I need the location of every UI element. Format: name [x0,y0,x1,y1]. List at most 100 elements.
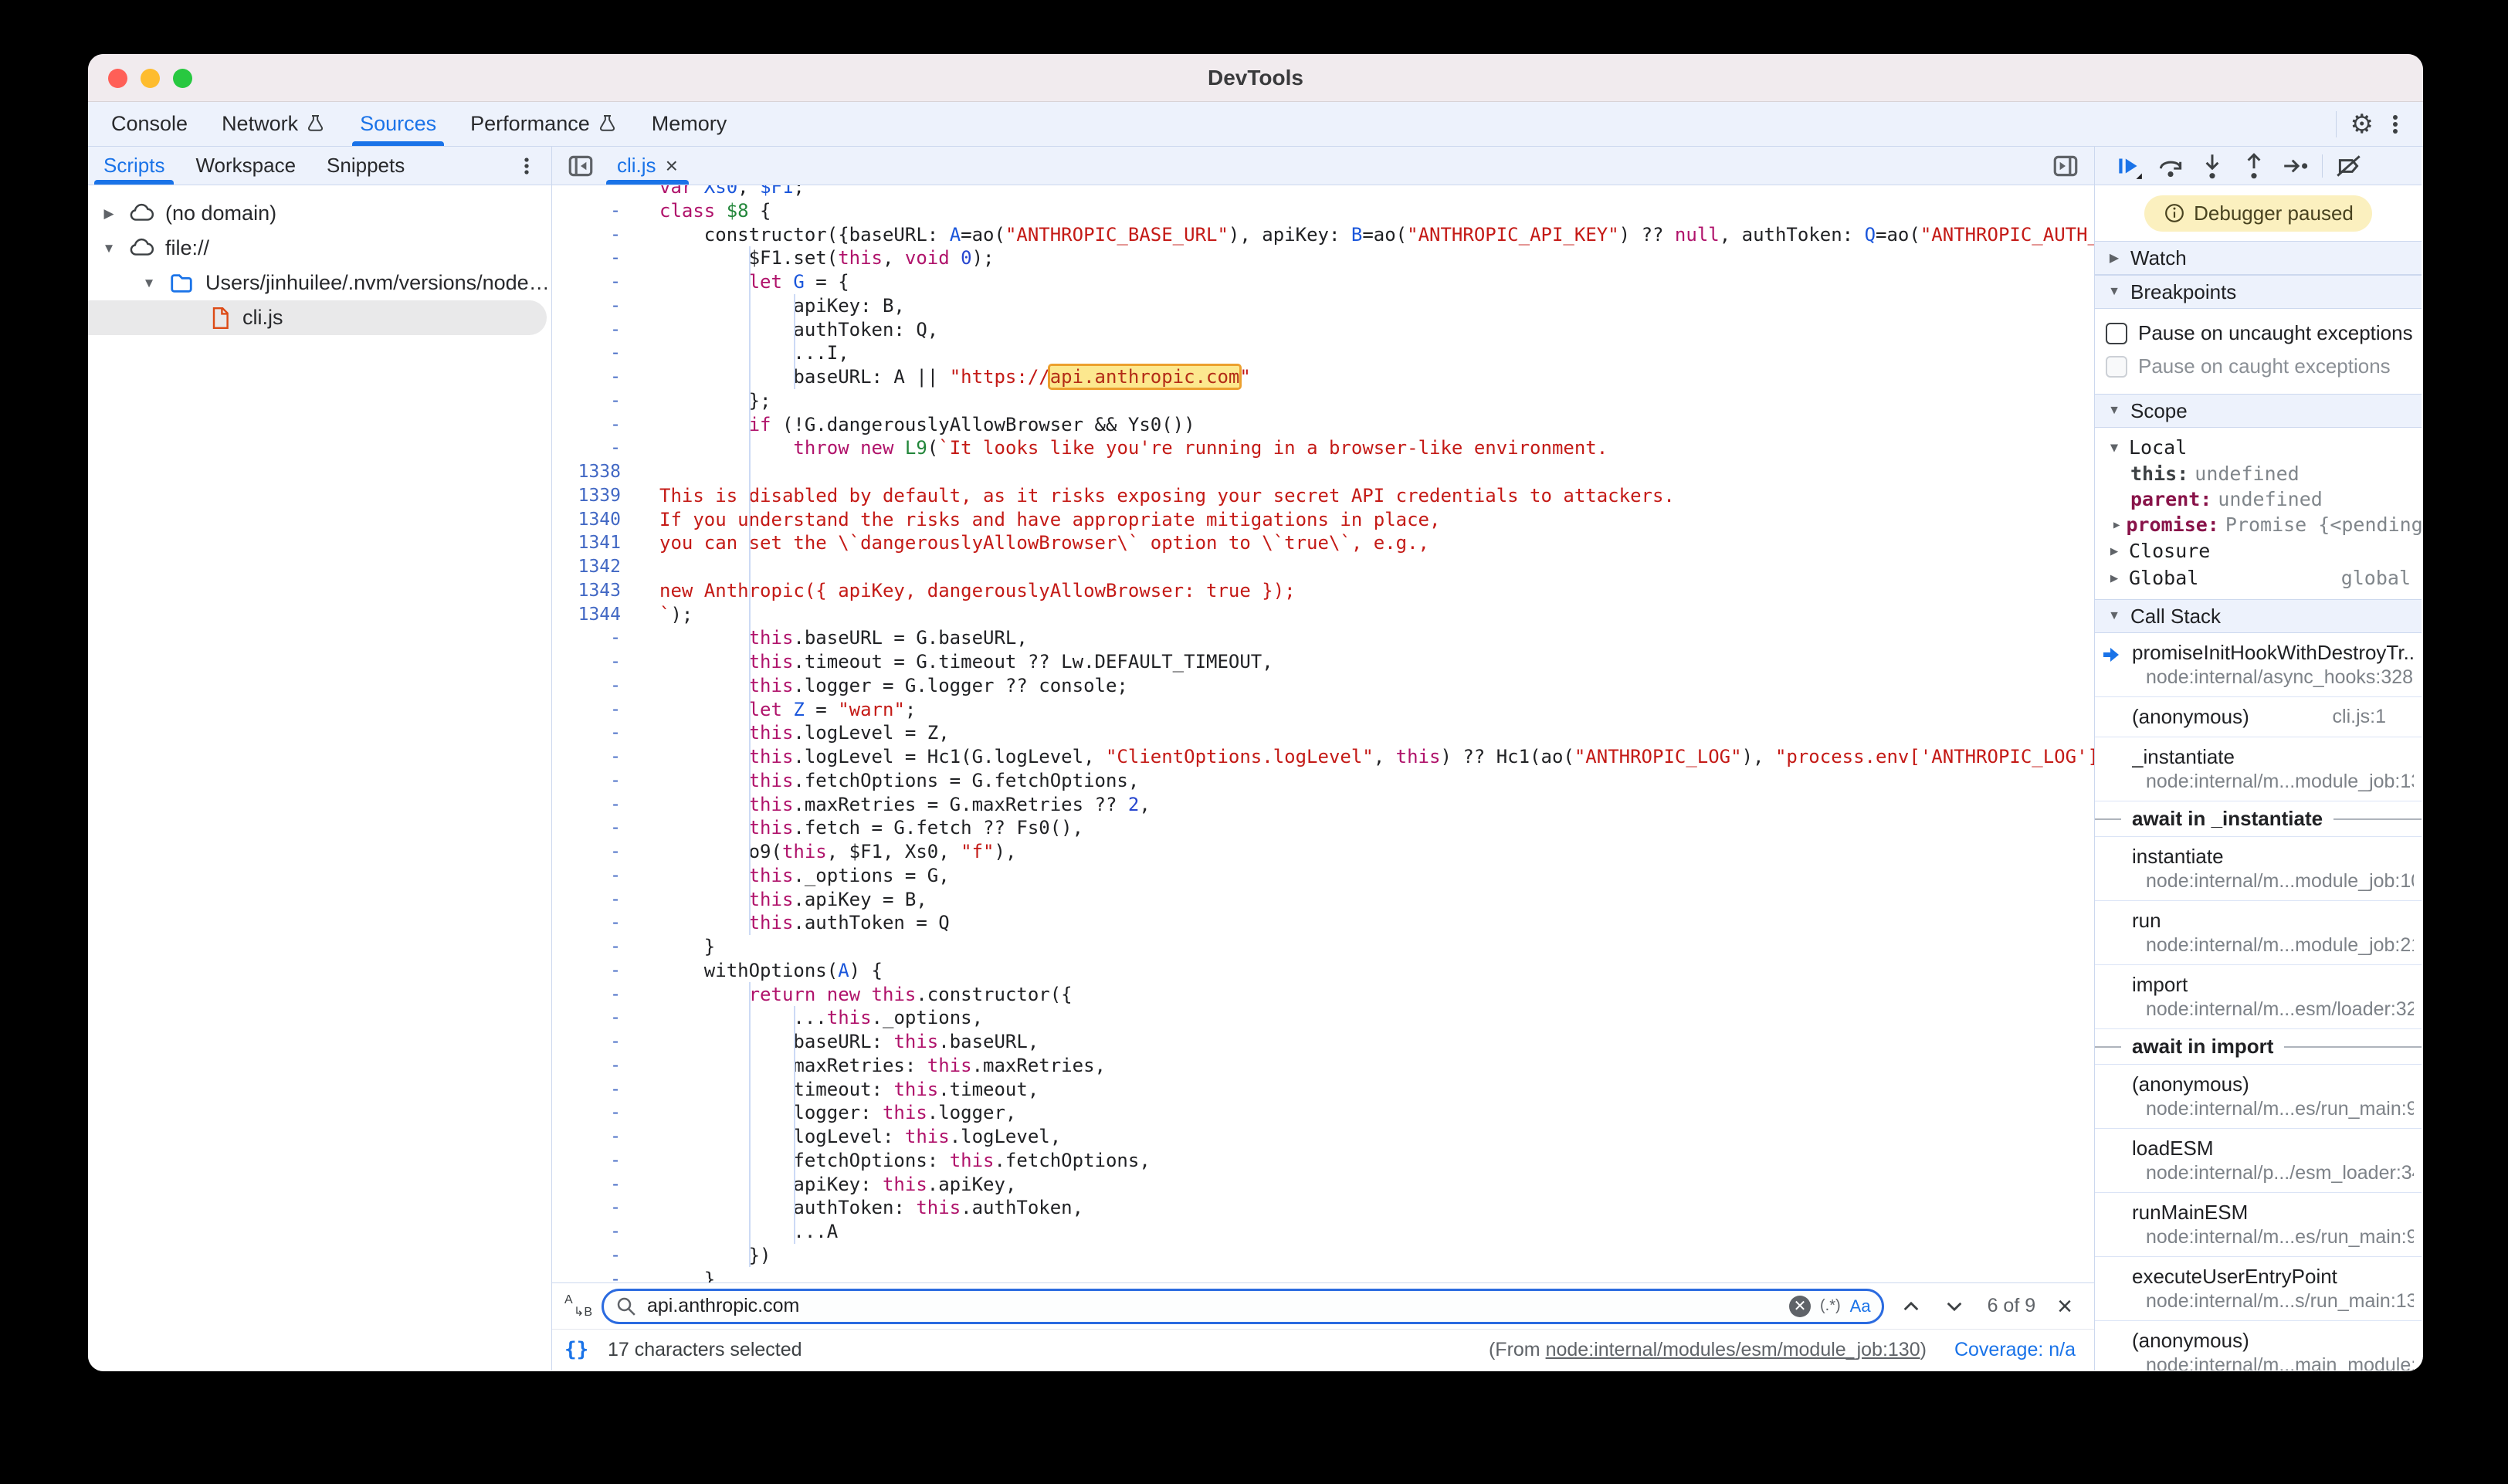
callstack-frame-anonymous[interactable]: (anonymous)node:internal/m...main_module… [2095,1321,2422,1370]
callstack-frame-instantiate[interactable]: instantiatenode:internal/m...module_job:… [2095,837,2422,901]
line-number[interactable]: - [552,436,633,460]
line-number[interactable]: - [552,983,633,1007]
toggle-debugger-sidebar-icon[interactable] [2045,151,2086,181]
line-number[interactable]: - [552,341,633,365]
line-number[interactable]: - [552,650,633,674]
callstack-frame-import[interactable]: importnode:internal/m...esm/loader:329 [2095,965,2422,1029]
watch-section-header[interactable]: ▶ Watch [2095,241,2422,275]
line-number[interactable]: 1339 [552,484,633,508]
callstack-frame-loadesm[interactable]: loadESMnode:internal/p.../esm_loader:34 [2095,1129,2422,1193]
step-over-button[interactable] [2154,149,2188,183]
tab-network[interactable]: Network [205,102,343,146]
close-tab-icon[interactable]: × [666,154,678,178]
line-number[interactable]: - [552,816,633,840]
callstack-frame-instantiate[interactable]: _instantiatenode:internal/m...module_job… [2095,737,2422,801]
tab-cli-js[interactable]: cli.js × [605,147,690,185]
line-number[interactable]: - [552,1244,633,1268]
tab-console[interactable]: Console [94,102,205,146]
resume-script-button[interactable] [2112,149,2146,183]
tree-chevron-down-icon[interactable]: ▼ [141,276,158,291]
find-in-file-icon[interactable]: A ↳B [564,1294,591,1319]
step-into-button[interactable] [2195,149,2229,183]
line-number[interactable]: 1344 [552,603,633,627]
source-origin-link[interactable]: node:internal/modules/esm/module_job:130 [1546,1339,1920,1360]
line-number[interactable]: 1343 [552,579,633,603]
line-number[interactable]: - [552,698,633,722]
line-number[interactable]: - [552,674,633,698]
match-case-toggle[interactable]: Aa [1850,1296,1871,1316]
line-number[interactable]: - [552,223,633,247]
line-number[interactable]: - [552,365,633,389]
line-number[interactable]: - [552,911,633,935]
scope-variable-this[interactable]: this: undefined [2095,461,2422,486]
line-number[interactable]: - [552,246,633,270]
tree-item-users-jinhuilee-nvm-versions-node-v2[interactable]: ▼Users/jinhuilee/.nvm/versions/node/v2..… [88,266,551,300]
tree-item-cli-js[interactable]: cli.js [88,300,547,335]
line-number[interactable]: - [552,1268,633,1283]
previous-match-button[interactable] [1895,1295,1927,1318]
next-match-button[interactable] [1938,1295,1971,1318]
scope-section-global[interactable]: ▶Globalglobal [2095,564,2422,591]
coverage-link[interactable]: Coverage: n/a [1954,1339,2076,1361]
line-number[interactable] [552,185,633,199]
line-number[interactable]: - [552,1078,633,1102]
line-number[interactable]: - [552,1149,633,1173]
regex-toggle[interactable]: (.*) [1820,1297,1841,1315]
line-number[interactable]: 1341 [552,531,633,555]
pretty-print-icon[interactable]: {} [564,1338,595,1361]
settings-gear-icon[interactable]: ⚙ [2350,111,2374,137]
navigator-tab-workspace[interactable]: Workspace [180,147,311,185]
line-number[interactable]: - [552,721,633,745]
line-number[interactable]: - [552,1006,633,1030]
line-number[interactable]: - [552,626,633,650]
tab-sources[interactable]: Sources [343,102,453,146]
more-options-kebab-icon[interactable] [2381,110,2409,138]
callstack-frame-runmainesm[interactable]: runMainESMnode:internal/m...es/run_main:… [2095,1193,2422,1257]
navigator-more-kebab-icon[interactable] [514,147,551,185]
line-number[interactable]: - [552,1196,633,1220]
line-number[interactable]: - [552,959,633,983]
maximize-window-button[interactable] [173,69,192,88]
breakpoint-option-pause-on-uncaught-exceptions[interactable]: Pause on uncaught exceptions [2095,317,2422,350]
tree-chevron-right-icon[interactable]: ▶ [100,206,117,222]
line-number[interactable]: - [552,888,633,912]
call-stack-section-header[interactable]: ▼ Call Stack [2095,599,2422,633]
tree-item-no-domain[interactable]: ▶(no domain) [88,196,551,231]
close-window-button[interactable] [108,69,127,88]
deactivate-breakpoints-button[interactable] [2332,149,2366,183]
tree-chevron-down-icon[interactable]: ▼ [100,241,117,256]
scope-section-local[interactable]: ▼Local [2095,434,2422,461]
line-number[interactable]: - [552,745,633,769]
clear-search-icon[interactable]: ✕ [1789,1296,1811,1317]
callstack-frame-anonymous[interactable]: (anonymous)node:internal/m...es/run_main… [2095,1065,2422,1129]
line-number[interactable]: - [552,1054,633,1078]
line-number[interactable]: - [552,793,633,817]
line-number[interactable]: - [552,1220,633,1244]
code-editor[interactable]: var Xs0, $F1;-class $8 {- constructor({b… [552,185,2094,1282]
navigator-tab-scripts[interactable]: Scripts [88,147,180,185]
scope-variable-parent[interactable]: parent: undefined [2095,486,2422,512]
chevron-right-icon[interactable]: ▶ [2113,512,2120,537]
hide-navigator-icon[interactable] [560,151,602,181]
breakpoints-section-header[interactable]: ▼ Breakpoints [2095,275,2422,309]
line-number[interactable]: - [552,1173,633,1197]
scope-section-header[interactable]: ▼ Scope [2095,394,2422,428]
line-number[interactable]: - [552,769,633,793]
line-number[interactable]: - [552,270,633,294]
callstack-frame-promiseinithookwithdestroytr[interactable]: promiseInitHookWithDestroyTr...node:inte… [2095,633,2422,697]
tree-item-file[interactable]: ▼file:// [88,231,551,266]
navigator-tab-snippets[interactable]: Snippets [311,147,420,185]
scope-section-closure[interactable]: ▶Closure [2095,537,2422,564]
line-number[interactable]: 1340 [552,508,633,532]
close-find-bar-button[interactable]: × [2052,1293,2077,1320]
step-button[interactable] [2279,149,2313,183]
minimize-window-button[interactable] [141,69,160,88]
line-number[interactable]: - [552,294,633,318]
callstack-frame-run[interactable]: runnode:internal/m...module_job:214 [2095,901,2422,965]
scope-variable-promise[interactable]: ▶promise: Promise {<pending>} [2095,512,2422,537]
line-number[interactable]: - [552,199,633,223]
line-number[interactable]: - [552,389,633,413]
line-number[interactable]: - [552,935,633,959]
line-number[interactable]: - [552,1030,633,1054]
callstack-frame-executeuserentrypoint[interactable]: executeUserEntryPointnode:internal/m...s… [2095,1257,2422,1321]
